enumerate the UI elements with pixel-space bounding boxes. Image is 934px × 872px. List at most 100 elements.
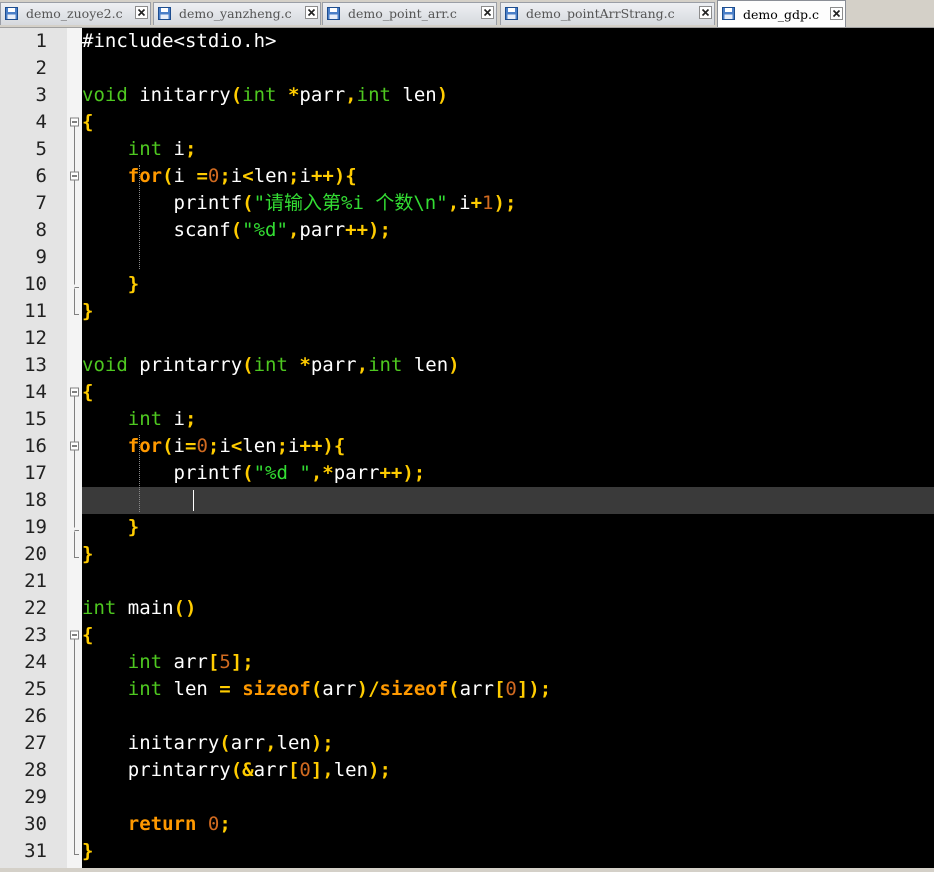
fold-end-icon [74,548,79,558]
code-token: printarry [127,354,243,376]
tab-label: demo_gdp.c [743,7,820,22]
code-token: void [82,84,128,106]
line-number: 2 [35,57,47,79]
code-line[interactable]: } [82,541,93,568]
tab-demo-pointarrstrang-c[interactable]: demo_pointArrStrang.c [500,2,715,25]
code-token: } [82,840,94,862]
code-token: "请输入第%i 个数\n" [253,192,448,214]
floppy-disk-icon [327,7,340,20]
code-line[interactable]: } [82,298,93,325]
code-token: len [162,678,220,700]
code-line[interactable]: } [82,838,93,865]
code-line[interactable]: void printarry(int *parr,int len) [82,352,460,379]
tab-close-button[interactable] [830,7,843,20]
text-caret [193,490,194,511]
close-icon [483,8,492,17]
line-number: 9 [35,246,47,268]
code-token: i [230,165,243,187]
code-token: [ [287,759,300,781]
code-token: , [345,84,357,106]
tab-close-button[interactable] [481,6,494,19]
code-line[interactable]: printarry(&arr[0],len); [82,757,391,784]
line-number: 28 [24,759,47,781]
code-token: i [173,165,197,187]
code-line[interactable]: int arr[5]; [82,649,254,676]
code-line[interactable]: int main() [82,595,196,622]
tab-close-button[interactable] [305,6,318,19]
code-line[interactable]: int i; [82,406,197,433]
code-token: len [333,759,369,781]
code-token: ( [310,678,323,700]
code-line[interactable]: return 0; [82,811,231,838]
tab-close-button[interactable] [135,6,148,19]
code-token: , [287,219,300,241]
code-token: int [253,354,288,376]
code-line[interactable]: } [82,271,139,298]
code-line[interactable]: { [82,109,93,136]
code-line[interactable]: { [82,622,93,649]
code-line[interactable]: initarry(arr,len); [82,730,334,757]
fold-minus-icon[interactable] [70,441,79,451]
line-number: 3 [35,84,47,106]
code-line[interactable]: int i; [82,136,197,163]
code-token: parr [299,219,346,241]
code-token: printarry [82,759,231,781]
tab-close-button[interactable] [699,6,712,19]
code-line[interactable]: } [82,514,139,541]
code-token: arr [253,759,288,781]
code-token: int [127,678,163,700]
code-token: i [219,435,231,457]
line-number: 6 [35,165,47,187]
close-icon [701,8,710,17]
code-token: 0 [207,813,220,835]
line-number: 8 [35,219,47,241]
code-token: i [162,138,185,160]
code-token: sizeof [242,678,311,700]
tab-demo-gdp-c[interactable]: demo_gdp.c [717,0,846,27]
code-editor[interactable]: #include<stdio.h> void initarry(int *parr… [82,28,934,868]
fold-minus-icon[interactable] [70,171,79,181]
code-token: len [253,165,289,187]
code-token: len [242,435,277,457]
code-line[interactable]: printf("%d ",*parr++); [82,460,426,487]
fold-minus-icon[interactable] [70,630,79,640]
line-number: 22 [24,597,47,619]
code-line[interactable]: for(i=0;i<len;i++){ [82,433,346,460]
line-number: 15 [24,408,47,430]
fold-minus-icon[interactable] [70,117,79,127]
horizontal-scrollbar[interactable] [0,868,934,872]
code-token: initarry [127,84,231,106]
code-token: i [288,435,300,457]
code-line[interactable]: { [82,379,93,406]
close-icon [832,9,841,18]
code-token: ++); [379,462,426,484]
code-token: , [447,192,460,214]
code-line[interactable]: int len = sizeof(arr)/sizeof(arr[0]); [82,676,551,703]
line-number: 18 [24,489,47,511]
code-line[interactable]: printf("请输入第%i 个数\n",i+1); [82,190,517,217]
floppy-disk-icon [158,7,171,20]
tab-demo-point-arr-c[interactable]: demo_point_arr.c [322,2,497,25]
line-number: 13 [24,354,47,376]
code-line[interactable]: scanf("%d",parr++); [82,217,391,244]
line-number: 11 [24,300,47,322]
code-line[interactable]: void initarry(int *parr,int len) [82,82,448,109]
tab-demo-zuoye2-c[interactable]: demo_zuoye2.c [0,2,151,25]
code-line[interactable]: for(i =0;i<len;i++){ [82,163,357,190]
code-token: * [287,84,300,106]
fold-minus-icon[interactable] [70,387,79,397]
code-line[interactable]: #include<stdio.h> [82,28,276,55]
code-token: ++){ [299,435,346,457]
code-token: parr [299,84,346,106]
fold-end-icon [74,845,79,855]
code-token: ( [230,219,243,241]
code-token: = [196,165,208,187]
tab-demo-yanzheng-c[interactable]: demo_yanzheng.c [153,2,321,25]
